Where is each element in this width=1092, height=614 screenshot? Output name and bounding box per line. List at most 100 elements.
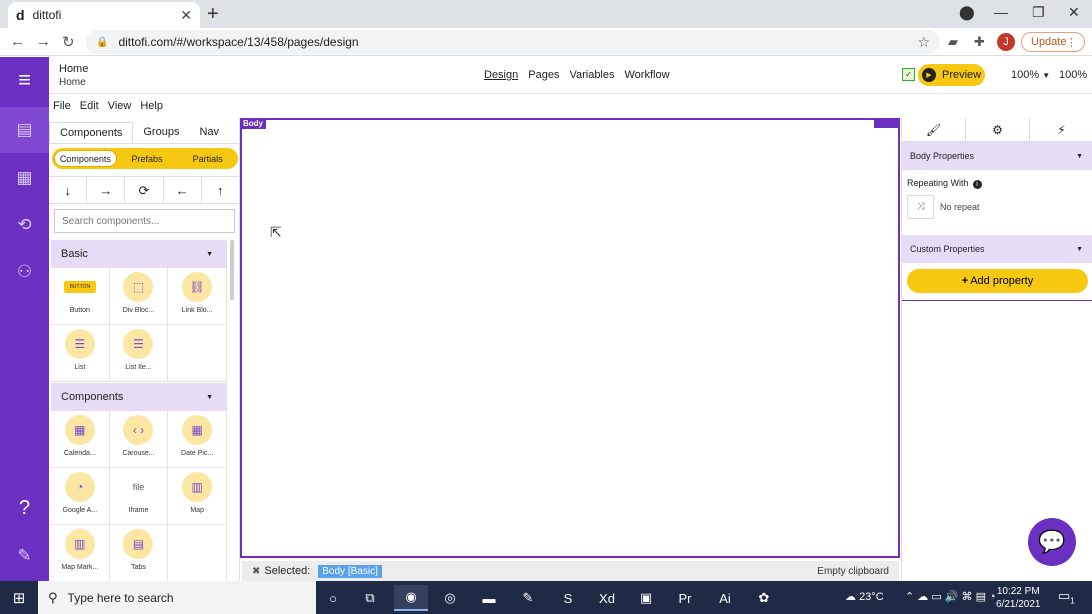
nav-variables[interactable]: Variables [569,69,614,81]
component-tile-date-picker[interactable]: ▦ Date Pic... [168,411,227,468]
settings-wrench-icon[interactable]: ✎ [0,533,49,579]
component-tile-iframe[interactable]: file Iframe [109,468,169,525]
component-tile-list-item[interactable]: ☰ List Ite... [109,325,169,382]
task-view-icon[interactable]: ⧉ [353,585,387,611]
component-tile-button[interactable]: BUTTON Button [51,268,110,325]
body-element-tag[interactable]: Body [240,118,266,129]
illustrator-icon[interactable]: Ai [708,585,742,611]
file-explorer-icon[interactable]: ▬ [472,585,506,611]
bookmark-star-icon[interactable]: ☆ [917,34,930,51]
component-tile-map[interactable]: ▥ Map [168,468,227,525]
notepad-icon[interactable]: ✎ [511,585,545,611]
database-rail-icon[interactable]: ▦ [0,155,49,201]
component-tile-map-marker[interactable]: ▥ Map Mark... [51,525,110,582]
component-tile-list[interactable]: ☰ List [51,325,110,382]
refresh-icon[interactable]: ⟳ [125,177,164,203]
menu-file[interactable]: File [53,100,71,112]
restore-icon[interactable]: ❐ [1032,4,1045,21]
nav-design[interactable]: Design [484,69,518,81]
arrow-right-icon[interactable]: → [87,177,126,203]
puzzle-icon[interactable]: ✚ [974,34,985,50]
extension-icon[interactable]: ▰ [948,34,958,50]
forward-icon[interactable]: → [36,33,51,50]
no-repeat-value[interactable]: No repeat [940,202,980,212]
profile-menu-icon[interactable]: ⬤ [959,4,975,21]
arrow-down-icon[interactable]: ↓ [49,177,88,203]
component-tile-google-analytics[interactable]: ◔ Google A... [51,468,110,525]
body-properties-header[interactable]: Body Properties ▼ [902,142,1092,170]
custom-properties-header[interactable]: Custom Properties ▼ [902,235,1092,263]
gear-icon[interactable]: ⚙ [966,118,1030,141]
brush-style-icon[interactable]: 🖌 [902,118,966,141]
system-tray[interactable]: ⌃ ☁ ▭ 🔊 ⌘ ▤ ◔ [905,590,996,603]
basic-section-header[interactable]: Basic ▼ [51,240,227,268]
chat-support-button[interactable]: 💬 [1028,518,1076,566]
notification-center-icon[interactable]: ▭1 [1058,588,1075,606]
update-button[interactable]: Update ⋮ [1021,32,1085,52]
paint-icon[interactable]: ✿ [747,585,781,611]
empty-clipboard-button[interactable]: Empty clipboard [817,566,889,577]
photo-editor-icon[interactable]: ▣ [629,585,663,611]
help-icon[interactable]: ? [0,485,49,531]
menu-help[interactable]: Help [140,100,163,112]
nav-workflow[interactable]: Workflow [625,69,670,81]
url-omnibox[interactable]: 🔒 dittofi.com/#/workspace/13/458/pages/d… [86,30,940,54]
arrow-up-icon[interactable]: ↑ [202,177,239,203]
cortana-icon[interactable]: ○ [316,585,350,611]
windows-taskbar: ⊞ ⚲ Type here to search ○ ⧉ ◉ ◎ ▬ ✎ S Xd… [0,581,1092,614]
minimize-icon[interactable]: — [994,4,1008,20]
clear-selection-icon[interactable]: ✖ [252,566,260,577]
avatar[interactable]: J [997,33,1015,51]
repeat-toggle-icon[interactable]: ⤨ [907,195,934,219]
endpoints-rail-icon[interactable]: ⟲ [0,202,49,248]
browser-tab[interactable]: d dittofi ✕ [8,2,200,28]
design-canvas-body[interactable] [240,118,900,558]
subtab-components[interactable]: Components [54,150,117,167]
subtab-prefabs[interactable]: Prefabs [117,154,178,164]
arrow-left-icon[interactable]: ← [164,177,202,203]
xd-icon[interactable]: Xd [590,585,624,611]
selected-element-chip[interactable]: Body [Basic] [318,564,382,578]
info-icon[interactable]: i [972,180,982,189]
search-components-input[interactable] [54,209,235,233]
back-icon[interactable]: ← [10,33,25,50]
component-tile-calendar[interactable]: ▦ Calenda... [51,411,110,468]
canvas-corner-handle[interactable] [874,118,898,128]
design-rail-icon[interactable]: ▤ [0,107,49,153]
tab-groups[interactable]: Groups [133,122,189,143]
windows-start-icon[interactable]: ⊞ [0,581,38,614]
preview-button[interactable]: ▶ Preview [918,64,985,86]
components-section-header[interactable]: Components ▼ [51,383,227,411]
premiere-icon[interactable]: Pr [668,585,702,611]
zoom-select[interactable]: 100% ▼ [1011,69,1050,81]
weather-widget[interactable]: ☁ 23°C [845,590,884,603]
components-section-label: Components [61,391,124,403]
taskbar-search[interactable]: ⚲ Type here to search [38,581,316,614]
chrome-icon[interactable]: ◉ [394,585,428,611]
hamburger-menu-icon[interactable]: ≡ [0,57,49,103]
component-tile-carousel[interactable]: ‹ › Carouse... [109,411,169,468]
menu-edit[interactable]: Edit [80,100,99,112]
component-tile-div-block[interactable]: ⬚ Div Bloc... [109,268,169,325]
close-window-icon[interactable]: ✕ [1068,4,1080,21]
dittofi-favicon-icon: d [16,7,25,23]
taskbar-clock[interactable]: 10:22 PM 6/21/2021 [996,585,1041,611]
lightning-icon[interactable]: ⚡ [1030,118,1092,141]
close-tab-icon[interactable]: ✕ [180,7,192,24]
nav-pages[interactable]: Pages [528,69,559,81]
subtab-partials[interactable]: Partials [177,154,238,164]
obs-icon[interactable]: ◎ [433,585,467,611]
new-tab-icon[interactable]: + [207,3,219,26]
component-tile-link-block[interactable]: ⛓ Link Blo... [168,268,227,325]
tab-components[interactable]: Components [49,122,134,143]
menu-view[interactable]: View [108,100,132,112]
panel-scrollbar[interactable] [230,240,234,300]
add-property-button[interactable]: + Add property [907,269,1088,293]
save-status-icon[interactable]: ✓ [902,68,915,81]
tab-nav[interactable]: Nav [189,122,229,143]
reload-icon[interactable]: ↻ [62,33,75,51]
skype-icon[interactable]: S [551,585,585,611]
component-tile-tabs[interactable]: ▤ Tabs [109,525,169,582]
left-rail: ≡ ▤ ▦ ⟲ ⚇ ? ✎ [0,57,49,581]
hierarchy-rail-icon[interactable]: ⚇ [0,249,49,295]
